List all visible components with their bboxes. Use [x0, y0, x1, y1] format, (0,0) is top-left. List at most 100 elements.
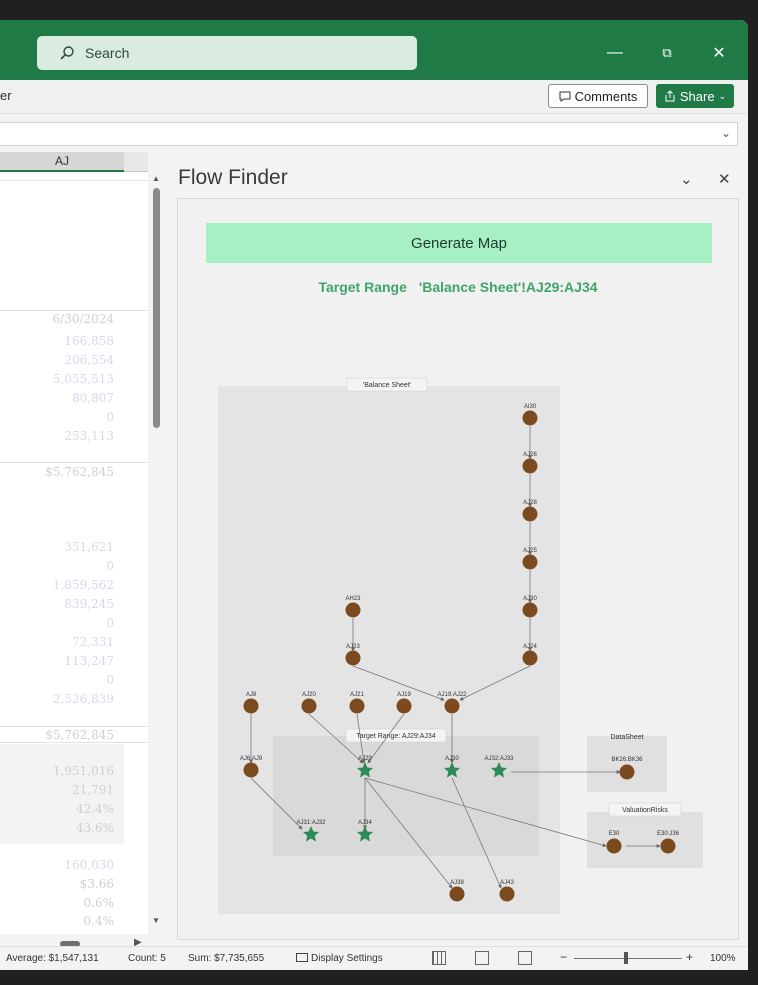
vertical-scroll-thumb[interactable]: [153, 188, 160, 428]
cluster-valuation: [587, 812, 703, 868]
restore-button[interactable]: ⧉: [652, 38, 682, 68]
grid-cell[interactable]: 43.6%: [76, 821, 114, 835]
grid-cell[interactable]: 5,055,513: [53, 372, 114, 386]
grid-cell[interactable]: 166,858: [64, 334, 114, 348]
node-label: BK26:BK36: [611, 757, 643, 763]
search-placeholder: Search: [85, 45, 130, 61]
node-label: AJ19: [397, 692, 411, 698]
display-settings-button[interactable]: Display Settings: [296, 953, 383, 964]
graph-node[interactable]: [396, 698, 412, 714]
monitor-icon: [296, 953, 308, 962]
node-label: AJ26: [523, 452, 537, 458]
grid-cell[interactable]: 206,554: [64, 353, 114, 367]
node-label: AI30: [524, 404, 537, 410]
comments-label: Comments: [574, 88, 638, 104]
minimize-button[interactable]: —: [600, 38, 630, 68]
column-header-aj[interactable]: AJ: [0, 152, 124, 172]
graph-node[interactable]: [345, 650, 361, 666]
zoom-in-button[interactable]: +: [686, 950, 693, 964]
comment-icon: [559, 91, 571, 102]
zoom-level[interactable]: 100%: [710, 953, 736, 964]
grid-cell[interactable]: 113,247: [64, 654, 114, 668]
spreadsheet-grid[interactable]: AJ 6/30/2024 166,858 206,554 5,055,513 8…: [0, 152, 148, 934]
grid-cell[interactable]: 0.6%: [84, 896, 115, 910]
search-box[interactable]: Search: [37, 36, 417, 70]
grid-cell[interactable]: 1,859,562: [53, 578, 114, 592]
column-header-row: AJ: [0, 152, 148, 172]
node-label: AJ6:AJ9: [240, 756, 263, 762]
cluster-datasheet: [587, 736, 667, 792]
grid-cell[interactable]: $3.66: [80, 877, 114, 891]
graph-node[interactable]: [243, 698, 259, 714]
node-label: AJ8: [246, 692, 257, 698]
dependency-graph[interactable]: 'Balance Sheet' Target Range: AJ29:AJ34 …: [166, 152, 746, 952]
zoom-slider-thumb[interactable]: [624, 952, 628, 964]
node-label: AJ28: [523, 500, 537, 506]
grid-cell[interactable]: 72,331: [72, 635, 114, 649]
graph-node[interactable]: [345, 602, 361, 618]
row-divider: [0, 180, 148, 181]
grid-cell[interactable]: 80,807: [72, 391, 114, 405]
node-label: AJ34: [358, 820, 372, 826]
zoom-out-button[interactable]: −: [560, 950, 567, 964]
node-label: AH23: [345, 596, 361, 602]
page-layout-icon[interactable]: [475, 951, 489, 965]
grid-cell[interactable]: 0: [106, 616, 114, 630]
node-label: E30:J36: [657, 831, 680, 837]
graph-node[interactable]: [449, 886, 465, 902]
graph-node[interactable]: [522, 410, 538, 426]
graph-node[interactable]: [243, 762, 259, 778]
scroll-down-icon[interactable]: ▼: [152, 916, 160, 925]
graph-node[interactable]: [444, 698, 460, 714]
graph-node[interactable]: [522, 458, 538, 474]
node-label: AJ25: [523, 548, 537, 554]
node-label: AJ24: [523, 644, 537, 650]
node-label: AJ21: [350, 692, 364, 698]
graph-node[interactable]: [301, 698, 317, 714]
grid-cell[interactable]: 0.4%: [84, 914, 115, 928]
grid-cell[interactable]: 0: [106, 559, 114, 573]
grid-cell[interactable]: 6/30/2024: [52, 312, 114, 326]
grid-cell[interactable]: 0: [106, 673, 114, 687]
comments-button[interactable]: Comments: [548, 84, 648, 108]
graph-node[interactable]: [349, 698, 365, 714]
graph-node[interactable]: [619, 764, 635, 780]
status-count[interactable]: Count: 5: [128, 953, 166, 964]
share-button[interactable]: Share ⌄: [656, 84, 734, 108]
title-bar: Search — ⧉ ✕: [0, 20, 748, 80]
formula-bar[interactable]: ⌄: [0, 122, 738, 146]
grid-cell[interactable]: 1,951,016: [53, 764, 114, 778]
zoom-slider-track[interactable]: [574, 958, 682, 959]
grid-cell[interactable]: 0: [106, 410, 114, 424]
grid-cell[interactable]: 351,621: [64, 540, 114, 554]
grid-cell[interactable]: 2,526,839: [53, 692, 114, 706]
grid-cell[interactable]: 21,791: [72, 783, 114, 797]
graph-node[interactable]: [522, 602, 538, 618]
vertical-scrollbar[interactable]: ▲ ▼: [148, 170, 166, 934]
screen-frame: Search — ⧉ ✕ er Comments Share ⌄ ⌄ AJ 6/…: [0, 0, 758, 985]
node-label: AJ30: [523, 596, 537, 602]
expand-formula-icon[interactable]: ⌄: [721, 126, 731, 140]
scroll-up-icon[interactable]: ▲: [152, 174, 160, 183]
graph-node[interactable]: [522, 554, 538, 570]
graph-node[interactable]: [606, 838, 622, 854]
grid-cell[interactable]: $5,762,845: [45, 728, 114, 742]
cluster-label-valuation: ValuationRisks: [622, 807, 668, 814]
graph-node[interactable]: [522, 506, 538, 522]
grid-cell[interactable]: $5,762,845: [45, 465, 114, 479]
status-average[interactable]: Average: $1,547,131: [6, 953, 99, 964]
grid-cell[interactable]: 160,030: [64, 858, 114, 872]
ribbon-tab-fragment[interactable]: er: [0, 88, 12, 103]
graph-node[interactable]: [522, 650, 538, 666]
grid-cell[interactable]: 42.4%: [76, 802, 114, 816]
graph-node[interactable]: [660, 838, 676, 854]
status-sum[interactable]: Sum: $7,735,655: [188, 953, 264, 964]
grid-cell[interactable]: 839,245: [64, 597, 114, 611]
node-label: AJ19:AJ22: [437, 692, 467, 698]
node-label: AJ20: [302, 692, 316, 698]
grid-cell[interactable]: 253,113: [64, 429, 114, 443]
normal-view-icon[interactable]: [432, 951, 446, 965]
close-button[interactable]: ✕: [704, 38, 734, 68]
page-break-preview-icon[interactable]: [518, 951, 532, 965]
graph-node[interactable]: [499, 886, 515, 902]
